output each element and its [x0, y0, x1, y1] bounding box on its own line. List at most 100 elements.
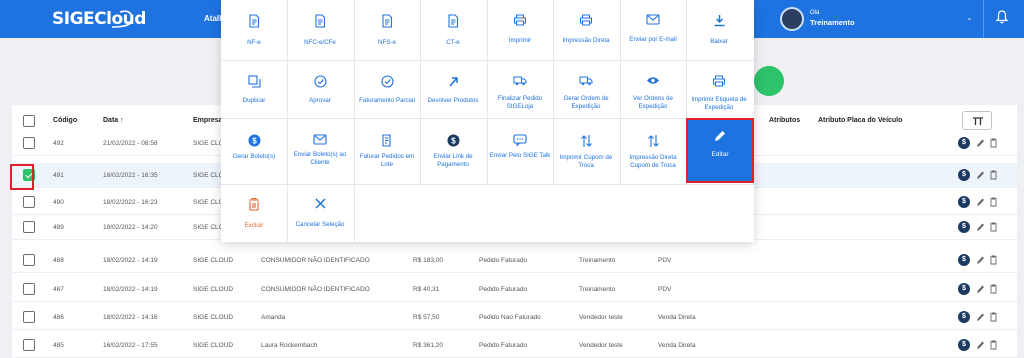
col-data[interactable]: Data ↑: [103, 117, 124, 124]
cell-origin: Venda Direta: [658, 314, 696, 321]
col-codigo[interactable]: Código: [53, 117, 77, 124]
col-empresa[interactable]: Empresa: [193, 117, 223, 124]
menu-item-enviar-boleto-s-ao-cliente[interactable]: Enviar Boleto(s) ao Cliente: [287, 134, 353, 167]
row-checkbox[interactable]: [23, 196, 35, 208]
table-row[interactable]: 487 18/02/2022 - 14:19 SIGE CLOUD CONSUMIDO…: [12, 277, 1017, 302]
pencil-icon[interactable]: [976, 197, 985, 207]
menu-item-enviar-link-de-pagamento[interactable]: $ Enviar Link de Pagamento: [420, 134, 486, 169]
menu-item-imprimir[interactable]: Imprimir: [487, 14, 553, 45]
menu-item-aprovar[interactable]: Aprovar: [287, 75, 353, 105]
cell-client: CONSUMIDOR NÃO IDENTIFICADO: [261, 286, 370, 293]
user-name[interactable]: Treinamento: [810, 18, 855, 27]
trash-icon[interactable]: [989, 284, 998, 294]
pencil-icon[interactable]: [976, 312, 985, 322]
menu-item-imprimir-etiqueta-de-expedi-o[interactable]: Imprimir Etiqueta de Expedição: [686, 75, 752, 112]
cell-client: CONSUMIDOR NÃO IDENTIFICADO: [261, 257, 370, 264]
menu-item-nfs-e[interactable]: NFS-e: [354, 14, 420, 47]
trash-icon[interactable]: [989, 138, 998, 148]
download-icon: [714, 15, 724, 27]
menu-item-ct-e[interactable]: CT-e: [420, 14, 486, 47]
trash-icon[interactable]: [989, 197, 998, 207]
trash-icon[interactable]: [989, 170, 998, 180]
menu-item-enviar-pelo-sige-talk[interactable]: Enviar Pelo SIGE Talk: [487, 134, 553, 160]
menu-item-ver-ordens-de-expedi-o[interactable]: Ver Ordens de Expedição: [620, 75, 686, 111]
table-row[interactable]: 485 16/02/2022 - 17:55 SIGE CLOUD Laura Roc…: [12, 333, 1017, 358]
cell-code: 488: [53, 257, 64, 264]
pencil-icon[interactable]: [976, 284, 985, 294]
divider: [221, 60, 754, 61]
row-checkbox[interactable]: [23, 283, 35, 295]
menu-item-finalizar-pedido-sigeloja[interactable]: Finalizar Pedido SIGELoja: [487, 75, 553, 111]
menu-item-cancelar-sele-o[interactable]: Cancelar Seleção: [287, 197, 353, 229]
boleto-icon[interactable]: $: [958, 137, 970, 149]
row-actions: $: [958, 311, 1003, 324]
cell-code: 491: [53, 172, 64, 179]
menu-item-gerar-boleto-s[interactable]: $ Gerar Boleto(s): [221, 134, 287, 161]
cell-code: 489: [53, 224, 64, 231]
pencil-icon[interactable]: [976, 170, 985, 180]
cell-client: Laura Rockembach: [261, 342, 318, 349]
printer-icon: [514, 14, 526, 26]
menu-item-label: Excluir: [244, 222, 264, 229]
editar-button[interactable]: Editar: [686, 118, 754, 183]
pencil-icon[interactable]: [976, 222, 985, 232]
table-row[interactable]: 486 18/02/2022 - 14:16 SIGE CLOUD Amanda R$ …: [12, 305, 1017, 330]
table-row[interactable]: 488 18/02/2022 - 14:19 SIGE CLOUD CONSUMIDO…: [12, 248, 1017, 273]
boleto-icon[interactable]: $: [958, 283, 970, 295]
boleto-icon[interactable]: $: [958, 196, 970, 208]
trash-icon[interactable]: [989, 340, 998, 350]
printer-icon: [580, 14, 592, 26]
row-checkbox[interactable]: [23, 254, 35, 266]
boleto-icon[interactable]: $: [958, 169, 970, 181]
row-checkbox[interactable]: [23, 311, 35, 323]
menu-item-duplicar[interactable]: Duplicar: [221, 75, 287, 105]
boleto-icon[interactable]: $: [958, 254, 970, 266]
duplicate-icon: [247, 75, 261, 88]
avatar[interactable]: [780, 7, 804, 31]
cell-seller: Treinamento: [579, 257, 616, 264]
chevron-down-icon[interactable]: ⌄: [966, 13, 973, 22]
list-icon: [382, 134, 391, 147]
editar-label: Editar: [711, 151, 729, 158]
menu-item-nf-e[interactable]: NF-e: [221, 14, 287, 47]
boleto-icon[interactable]: $: [958, 221, 970, 233]
menu-item-impress-o-direta-cupom-de-troca[interactable]: Impressão Direta Cupom de Troca: [620, 134, 686, 170]
cell-date: 18/02/2022 - 14:19: [103, 257, 158, 264]
menu-item-label: Impressão Direta Cupom de Troca: [629, 154, 677, 169]
row-checkbox[interactable]: [23, 221, 35, 233]
divider: [983, 0, 984, 38]
menu-item-faturamento-parcial[interactable]: Faturamento Parcial: [354, 75, 420, 105]
row-checkbox[interactable]: [23, 339, 35, 351]
menu-item-faturar-pedidos-em-lote[interactable]: Faturar Pedidos em Lote: [354, 134, 420, 169]
app-logo[interactable]: SIGECloud: [52, 9, 146, 29]
pencil-icon[interactable]: [976, 255, 985, 265]
boleto-icon[interactable]: $: [958, 311, 970, 323]
menu-item-impress-o-direta[interactable]: Impressão Direta: [553, 14, 619, 45]
menu-item-nfc-e-cfe[interactable]: NFC-e/CFe: [287, 14, 353, 47]
menu-item-imprimir-cupom-de-troca[interactable]: Imprimir Cupom de Troca: [553, 134, 619, 170]
truck-icon: [579, 76, 593, 86]
trash-icon[interactable]: [989, 255, 998, 265]
cell-status: Pedido Faturado: [479, 342, 528, 349]
add-button[interactable]: [754, 66, 784, 96]
menu-item-label: Faturamento Parcial: [359, 97, 415, 104]
columns-button[interactable]: [962, 111, 992, 130]
boleto-icon[interactable]: $: [958, 339, 970, 351]
col-placa[interactable]: Atributo Placa do Veículo: [818, 117, 902, 124]
menu-item-excluir[interactable]: Excluir: [221, 197, 287, 230]
pencil-icon[interactable]: [976, 340, 985, 350]
bell-icon[interactable]: [996, 10, 1008, 24]
menu-item-label: Imprimir Etiqueta de Expedição: [691, 96, 747, 111]
col-atributos[interactable]: Atributos: [769, 117, 800, 124]
menu-item-enviar-por-e-mail[interactable]: Enviar por E-mail: [620, 14, 686, 44]
row-checkbox[interactable]: [23, 137, 35, 149]
trash-icon[interactable]: [989, 222, 998, 232]
menu-item-devolver-produtos[interactable]: Devolver Produtos: [420, 75, 486, 105]
pencil-icon[interactable]: [976, 138, 985, 148]
menu-item-gerar-ordem-de-expedi-o[interactable]: Gerar Ordem de Expedição: [553, 75, 619, 111]
select-all-checkbox[interactable]: [23, 115, 35, 127]
trash-icon[interactable]: [989, 312, 998, 322]
menu-item-baixar[interactable]: Baixar: [686, 14, 752, 46]
svg-text:$: $: [451, 137, 456, 146]
nfe-icon: [249, 14, 260, 28]
